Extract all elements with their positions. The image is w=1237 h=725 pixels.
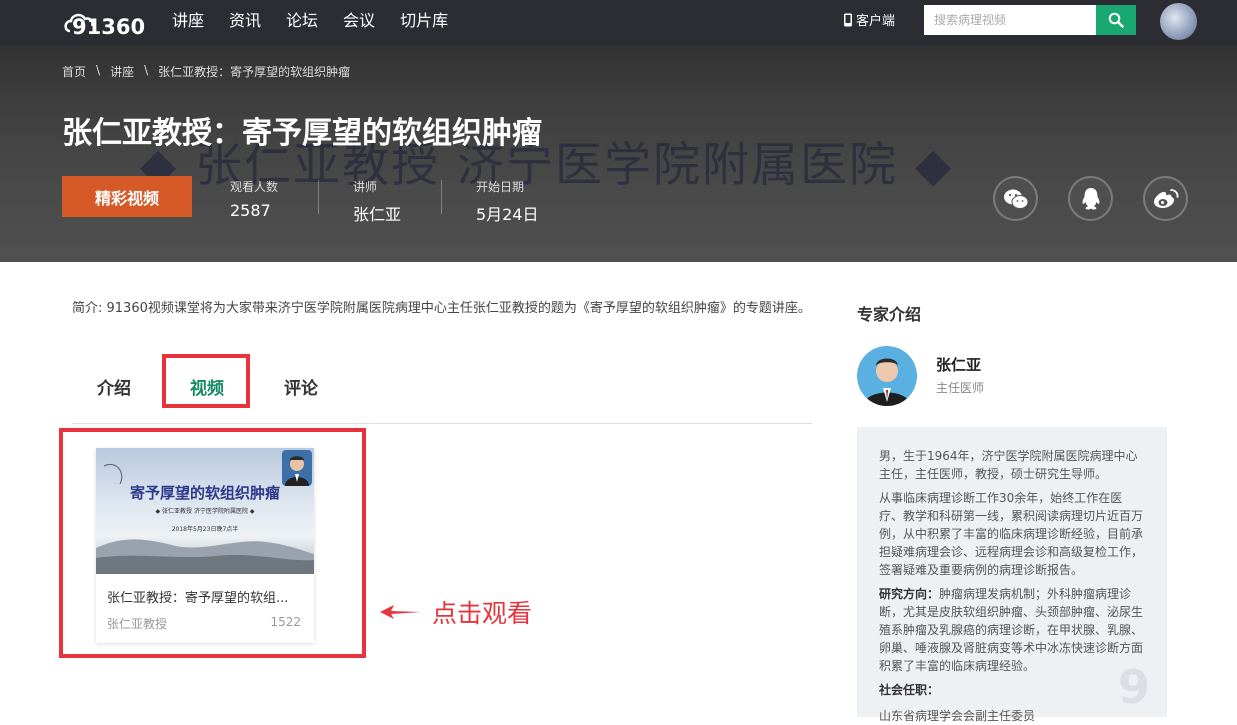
tab-comments[interactable]: 评论 bbox=[284, 374, 318, 399]
content-tabs: 介绍 视频 评论 bbox=[72, 354, 812, 424]
stat-start-date: 开始日期 5月24日 bbox=[476, 178, 539, 225]
video-view-count: 1522 bbox=[270, 615, 301, 629]
stat-views: 观看人数 2587 bbox=[230, 178, 278, 220]
mobile-phone-icon bbox=[844, 13, 852, 26]
video-author: 张仁亚教授 bbox=[107, 617, 168, 631]
thumbnail-subtitle: ◆ 张仁亚教授 济宁医学院附属医院 ◆ bbox=[155, 508, 255, 515]
stat-divider bbox=[318, 180, 319, 214]
nav-link-slide-library[interactable]: 切片库 bbox=[400, 0, 448, 46]
course-intro: 简介: 91360视频课堂将为大家带来济宁医学院附属医院病理中心主任张仁亚教授的… bbox=[72, 301, 811, 316]
search-icon bbox=[1108, 12, 1124, 28]
thumbnail-title: 寄予厚望的软组织肿瘤 bbox=[129, 484, 280, 502]
stat-views-value: 2587 bbox=[230, 201, 271, 220]
video-card[interactable]: 寄予厚望的软组织肿瘤 ◆ 张仁亚教授 济宁医学院附属医院 ◆ 2018年5月23… bbox=[96, 448, 314, 643]
search-button[interactable] bbox=[1096, 5, 1136, 35]
main-nav: 讲座 资讯 论坛 会议 切片库 bbox=[172, 0, 473, 46]
breadcrumb-current: 张仁亚教授：寄予厚望的软组织肿瘤 bbox=[158, 65, 351, 79]
stat-divider bbox=[441, 180, 442, 214]
bio-social: 社会任职： bbox=[879, 681, 1145, 699]
bio-paragraph: 男，生于1964年，济宁医学院附属医院病理中心主任，主任医师，教授，硕士研究生导… bbox=[879, 449, 1138, 481]
stat-lecturer: 讲师 张仁亚 bbox=[353, 178, 401, 225]
nav-link-meetings[interactable]: 会议 bbox=[343, 0, 375, 46]
click-to-watch-annotation: 点击观看 bbox=[378, 594, 532, 630]
weibo-icon bbox=[1153, 188, 1178, 208]
social-label: 社会任职： bbox=[879, 683, 940, 697]
stat-lecturer-value: 张仁亚 bbox=[353, 205, 402, 224]
stat-views-label: 观看人数 bbox=[230, 180, 279, 194]
breadcrumb-separator: \ bbox=[96, 63, 101, 77]
tab-highlight-box bbox=[162, 354, 250, 408]
page-title: 张仁亚教授：寄予厚望的软组织肿瘤 bbox=[62, 116, 542, 151]
bio-paragraph: 从事临床病理诊断工作30余年，始终工作在医疗、教学和科研第一线，累积阅读病理切片… bbox=[879, 491, 1144, 577]
logo-text: 91360 bbox=[72, 15, 145, 39]
bio-social-partial: 山东省病理学会会副主任委员 bbox=[879, 709, 1036, 723]
video-meta: 张仁亚教授 1522 bbox=[107, 615, 301, 632]
thumbnail-speaker-photo bbox=[282, 450, 312, 486]
featured-video-button[interactable]: 精彩视频 bbox=[62, 176, 192, 217]
breadcrumb-home[interactable]: 首页 bbox=[62, 63, 86, 80]
wechat-icon bbox=[1003, 189, 1028, 209]
search-input[interactable] bbox=[924, 5, 1096, 35]
stat-date-label: 开始日期 bbox=[476, 180, 525, 194]
arrow-left-icon bbox=[380, 605, 421, 619]
nav-link-news[interactable]: 资讯 bbox=[229, 0, 261, 46]
user-avatar[interactable] bbox=[1160, 3, 1197, 40]
qq-icon bbox=[1082, 187, 1099, 210]
tab-intro[interactable]: 介绍 bbox=[97, 374, 131, 399]
annotation-text: 点击观看 bbox=[432, 599, 533, 628]
expert-role: 主任医师 bbox=[936, 381, 985, 395]
video-title[interactable]: 张仁亚教授：寄予厚望的软组... bbox=[107, 587, 307, 606]
research-label: 研究方向： bbox=[879, 587, 940, 601]
share-qq-button[interactable] bbox=[1068, 176, 1113, 221]
share-weibo-button[interactable] bbox=[1143, 176, 1188, 221]
breadcrumb-separator: \ bbox=[144, 63, 149, 77]
share-wechat-button[interactable] bbox=[993, 176, 1038, 221]
video-thumbnail[interactable]: 寄予厚望的软组织肿瘤 ◆ 张仁亚教授 济宁医学院附属医院 ◆ 2018年5月23… bbox=[96, 448, 314, 574]
client-label: 客户端 bbox=[856, 14, 896, 29]
breadcrumb-lectures[interactable]: 讲座 bbox=[110, 63, 134, 80]
nav-link-forum[interactable]: 论坛 bbox=[286, 0, 318, 46]
bio-research: 研究方向：肿瘤病理发病机制；外科肿瘤病理诊断，尤其是皮肤软组织肿瘤、头颈部肿瘤、… bbox=[879, 585, 1145, 675]
site-logo[interactable]: 91360 bbox=[62, 5, 158, 41]
hero-banner: ◆ 张仁亚教授 济宁医学院附属医院 ◆ 首页 \ 讲座 \ 张仁亚教授：寄予厚望… bbox=[0, 46, 1237, 262]
thumbnail-date: 2018年5月23日晚7点半 bbox=[171, 526, 239, 533]
client-download-link[interactable]: 客户端 bbox=[843, 10, 895, 29]
stat-date-value: 5月24日 bbox=[476, 205, 539, 224]
top-navbar: 91360 讲座 资讯 论坛 会议 切片库 客户端 bbox=[0, 0, 1237, 46]
breadcrumb: 首页 \ 讲座 \ 张仁亚教授：寄予厚望的软组织肿瘤 bbox=[62, 63, 360, 80]
stat-lecturer-label: 讲师 bbox=[353, 180, 378, 194]
nav-link-lectures[interactable]: 讲座 bbox=[172, 0, 204, 46]
expert-name: 张仁亚 bbox=[936, 356, 982, 374]
site-watermark: 9 bbox=[1118, 660, 1151, 714]
sidebar-title: 专家介绍 bbox=[857, 305, 922, 324]
expert-avatar bbox=[857, 346, 917, 406]
